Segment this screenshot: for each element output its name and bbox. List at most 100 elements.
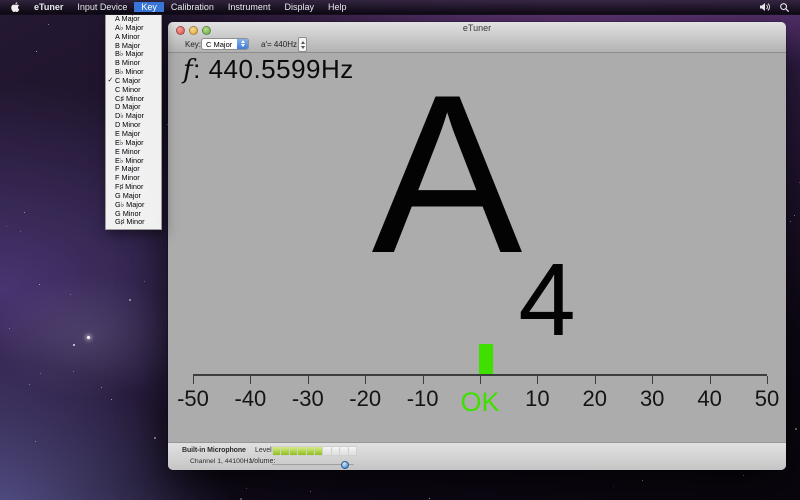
star-dot bbox=[6, 226, 7, 227]
scale-tick bbox=[250, 376, 252, 384]
star-dot bbox=[144, 281, 145, 282]
level-segment bbox=[348, 447, 356, 455]
etuner-window: eTuner Key: C Major a′= 440Hz f: 440.559… bbox=[168, 22, 786, 470]
star-dot bbox=[129, 299, 131, 301]
scale-tick-label: 50 bbox=[754, 386, 780, 411]
star-dot bbox=[70, 294, 71, 295]
star-dot bbox=[790, 221, 791, 222]
menu-help[interactable]: Help bbox=[321, 2, 354, 12]
traffic-lights bbox=[176, 26, 211, 35]
scale-tick bbox=[709, 376, 711, 384]
frequency-value: : 440.5599Hz bbox=[193, 54, 354, 84]
scale-tick-label: 10 bbox=[525, 386, 550, 411]
scale-tick bbox=[365, 376, 367, 384]
scale-tick bbox=[193, 376, 194, 384]
key-menu-item-gsharp-minor[interactable]: G♯ Minor bbox=[106, 218, 161, 227]
volume-icon[interactable] bbox=[759, 2, 771, 12]
toolbar: Key: C Major a′= 440Hz bbox=[168, 36, 786, 52]
window-title: eTuner bbox=[462, 23, 492, 33]
zoom-button[interactable] bbox=[202, 26, 211, 35]
minimize-button[interactable] bbox=[189, 26, 198, 35]
scale-tick-label: -10 bbox=[406, 386, 439, 411]
input-level-meter bbox=[272, 446, 357, 456]
note-letter: A bbox=[371, 53, 523, 300]
scale-tick-label: 20 bbox=[582, 386, 608, 411]
star-dot bbox=[642, 480, 643, 481]
menu-key[interactable]: Key bbox=[134, 2, 164, 12]
level-segment bbox=[298, 447, 306, 455]
menu-etuner[interactable]: eTuner bbox=[27, 2, 70, 12]
checkmark-icon: ✓ bbox=[107, 76, 114, 84]
star-dot bbox=[794, 215, 795, 216]
popup-arrows-icon bbox=[237, 38, 248, 49]
star-dot bbox=[35, 441, 36, 442]
scale-tick bbox=[652, 376, 654, 384]
star-dot bbox=[9, 328, 10, 329]
scale-tick bbox=[767, 376, 768, 384]
star-dot bbox=[48, 24, 49, 25]
star-dot bbox=[743, 475, 744, 476]
note-octave: 4 bbox=[518, 242, 576, 357]
input-device-name: Built-in Microphone bbox=[182, 447, 246, 454]
level-segment bbox=[331, 447, 340, 455]
key-popup-value: C Major bbox=[206, 39, 233, 49]
status-bar: Built-in Microphone Level: Channel 1, 44… bbox=[168, 442, 786, 470]
channel-info: Channel 1, 44100Hz bbox=[190, 458, 252, 465]
star-dot bbox=[429, 498, 430, 499]
level-segment bbox=[306, 447, 314, 455]
volume-slider[interactable] bbox=[272, 461, 354, 469]
star-dot bbox=[40, 373, 41, 374]
menu-display[interactable]: Display bbox=[277, 2, 321, 12]
tuner-display: f: 440.5599Hz A 4 -50 -40 -30 -20 -10 OK 10 20 3… bbox=[168, 53, 786, 443]
level-label: Level: bbox=[255, 447, 274, 454]
scale-tick-label: 40 bbox=[697, 386, 722, 411]
star-dot bbox=[29, 384, 30, 385]
apple-icon bbox=[11, 2, 20, 12]
menu-bar-items: eTuner Input Device Key Calibration Instrume… bbox=[27, 0, 353, 14]
apple-menu[interactable] bbox=[0, 1, 27, 13]
star-dot bbox=[101, 387, 102, 388]
scale-tick bbox=[422, 376, 424, 384]
frequency-readout: f: 440.5599Hz bbox=[183, 54, 354, 85]
menu-input-device[interactable]: Input Device bbox=[70, 2, 134, 12]
menu-calibration[interactable]: Calibration bbox=[164, 2, 221, 12]
star-dot bbox=[39, 284, 40, 285]
level-segment bbox=[273, 447, 281, 455]
scale-tick bbox=[307, 376, 309, 384]
frequency-symbol: f bbox=[183, 55, 194, 85]
pitch-stepper[interactable] bbox=[298, 37, 307, 52]
level-segment bbox=[281, 447, 289, 455]
star-dot bbox=[36, 51, 37, 52]
cents-scale: -50 -40 -30 -20 -10 OK 10 20 30 40 50 bbox=[177, 344, 779, 417]
star-dot bbox=[246, 488, 247, 489]
bright-star bbox=[87, 336, 90, 339]
close-button[interactable] bbox=[176, 26, 185, 35]
scale-tick bbox=[480, 376, 481, 384]
star-dot bbox=[795, 428, 797, 430]
tuning-indicator-bar bbox=[478, 344, 493, 374]
star-dot bbox=[310, 491, 311, 492]
scale-tick-label: -50 bbox=[177, 386, 209, 411]
volume-knob[interactable] bbox=[340, 461, 349, 469]
level-segment bbox=[323, 447, 331, 455]
star-dot bbox=[73, 344, 75, 346]
level-segment bbox=[314, 447, 323, 455]
scale-tick bbox=[537, 376, 539, 384]
star-dot bbox=[154, 437, 156, 439]
star-dot bbox=[20, 231, 21, 232]
menu-bar: eTuner Input Device Key Calibration Instrume… bbox=[0, 0, 800, 15]
scale-tick-label: -40 bbox=[234, 386, 267, 411]
key-dropdown-menu: A Major A♭ Major A Minor B Major B♭ Major B M… bbox=[105, 14, 162, 231]
in-tune-ok-label: OK bbox=[460, 387, 500, 417]
window-header[interactable]: eTuner Key: C Major a′= 440Hz bbox=[168, 22, 786, 53]
star-dot bbox=[111, 399, 112, 400]
menu-instrument[interactable]: Instrument bbox=[221, 2, 278, 12]
level-segment bbox=[340, 447, 348, 455]
star-dot bbox=[24, 212, 25, 213]
star-dot bbox=[73, 371, 74, 372]
scale-tick-label: -20 bbox=[349, 386, 382, 411]
key-popup-button[interactable]: C Major bbox=[201, 37, 249, 50]
spotlight-icon[interactable] bbox=[779, 2, 790, 13]
scale-tick bbox=[594, 376, 596, 384]
scale-tick-label: -30 bbox=[291, 386, 324, 411]
